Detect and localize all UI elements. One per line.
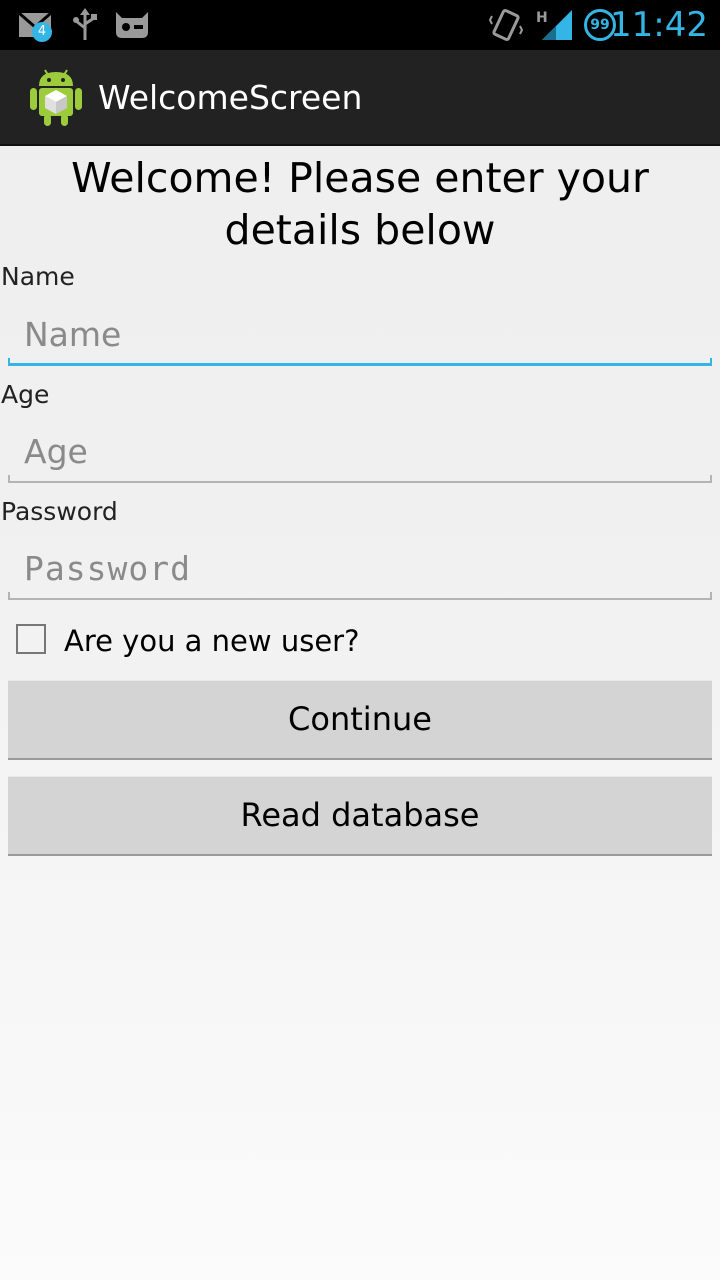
status-clock: 11:42 [610, 5, 708, 45]
password-field-underline [8, 592, 712, 600]
password-field-container [8, 540, 712, 600]
new-user-checkbox[interactable] [16, 624, 46, 654]
continue-button[interactable]: Continue [8, 680, 712, 760]
name-field-underline [8, 358, 712, 366]
name-label: Name [1, 262, 75, 291]
app-title: WelcomeScreen [98, 78, 363, 117]
vibrate-icon [488, 6, 524, 48]
age-field-container [8, 423, 712, 483]
age-input[interactable] [8, 423, 712, 479]
age-field-underline [8, 475, 712, 483]
new-user-checkbox-label[interactable]: Are you a new user? [64, 622, 359, 660]
android-app-icon [30, 68, 82, 130]
cyanogenmod-icon [112, 6, 152, 44]
name-field-container [8, 306, 712, 366]
password-label: Password [1, 497, 118, 526]
status-bar: 4 H 99 11:42 [0, 0, 720, 50]
password-input[interactable] [8, 540, 712, 596]
usb-icon [72, 8, 98, 46]
name-input[interactable] [8, 306, 712, 362]
age-label: Age [1, 380, 50, 409]
signal-icon: H [536, 8, 576, 46]
read-database-button[interactable]: Read database [8, 776, 712, 856]
mail-count-badge: 4 [32, 22, 52, 42]
svg-text:H: H [536, 10, 548, 26]
page-heading: Welcome! Please enter your details below [71, 154, 649, 254]
action-bar: WelcomeScreen [0, 50, 720, 146]
